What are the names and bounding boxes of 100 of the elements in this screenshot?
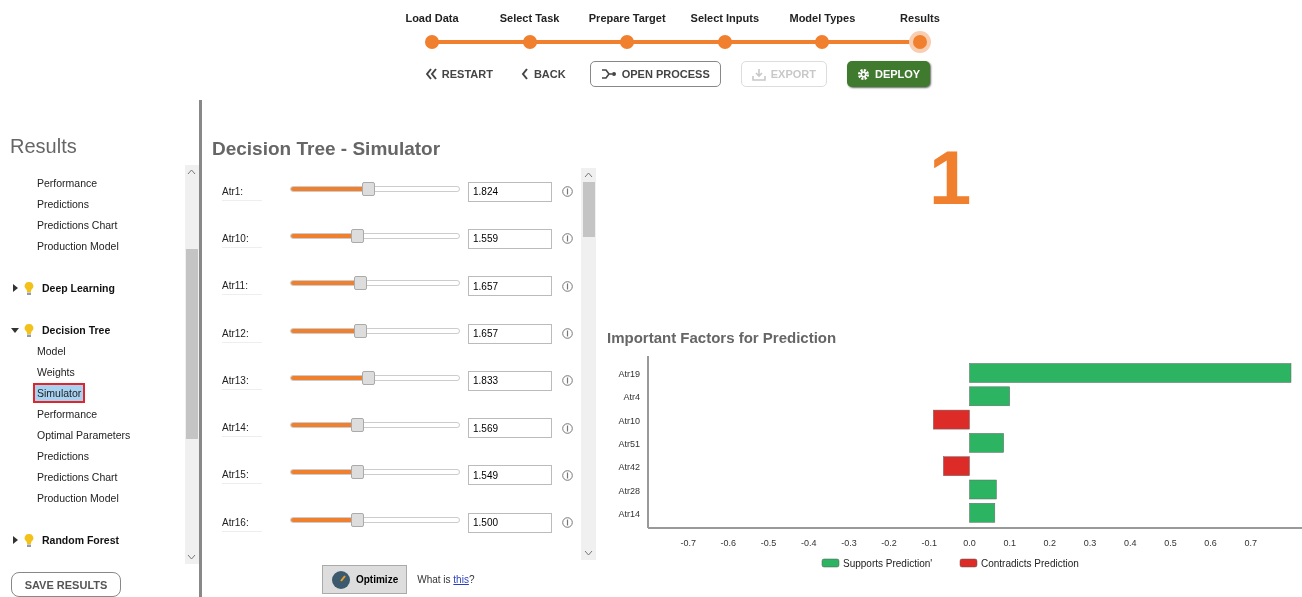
collapse-icon[interactable] <box>11 326 19 335</box>
axis-label: 0.6 <box>1204 538 1217 548</box>
tree-item[interactable]: Production Model <box>35 490 121 507</box>
step-label: Select Inputs <box>690 12 760 26</box>
axis-label: -0.4 <box>801 538 817 548</box>
tree-item[interactable]: Predictions <box>35 196 91 213</box>
step-dot[interactable] <box>815 35 830 49</box>
tree-group-label[interactable]: Decision Tree <box>42 324 111 337</box>
step-label: Model Types <box>789 12 856 26</box>
attribute-label: Atr12: <box>222 324 262 343</box>
expand-icon[interactable] <box>11 284 19 293</box>
double-chevron-icon <box>425 68 437 80</box>
tree-item[interactable]: Optimal Parameters <box>35 427 133 444</box>
tree-group-label[interactable]: Random Forest <box>42 534 119 547</box>
value-field[interactable]: 1.657 <box>468 323 552 344</box>
attribute-label: Atr15: <box>222 466 262 485</box>
axis-label: Atr51 <box>618 438 640 449</box>
scroll-down-icon[interactable] <box>187 554 197 561</box>
optimize-button[interactable]: Optimize <box>322 565 408 594</box>
value-field[interactable]: 1.559 <box>468 228 552 249</box>
tree-item[interactable]: Performance <box>35 406 100 423</box>
process-icon <box>600 69 617 79</box>
axis-label: -0.5 <box>760 538 777 548</box>
value-field[interactable]: 1.824 <box>468 181 552 202</box>
value-field[interactable]: 1.657 <box>468 276 552 297</box>
help-text: What is this? <box>417 574 475 585</box>
value-field[interactable]: 1.833 <box>468 370 552 391</box>
attribute-label: Atr11: <box>222 277 262 296</box>
save-results-button[interactable]: SAVE RESULTS <box>11 572 121 597</box>
scrollbar[interactable] <box>581 168 596 560</box>
info-icon[interactable] <box>562 375 573 387</box>
value-field[interactable]: 1.569 <box>468 418 552 439</box>
scroll-up-icon[interactable] <box>584 172 593 178</box>
scroll-thumb[interactable] <box>582 182 595 237</box>
help-link[interactable]: this <box>453 574 469 585</box>
axis-label: Atr10 <box>618 415 640 426</box>
axis-label: 0.0 <box>963 538 976 548</box>
step-label: Select Task <box>499 12 560 26</box>
axis-label: 0.7 <box>1244 538 1258 548</box>
scrollbar[interactable] <box>185 164 199 565</box>
info-icon[interactable] <box>562 422 573 434</box>
axis-label: Atr4 <box>623 392 640 403</box>
lightbulb-icon <box>24 532 34 548</box>
legend-label: Contradicts Prediction <box>981 558 1079 569</box>
value-field[interactable]: 1.500 <box>468 512 552 533</box>
tree-item[interactable]: Production Model <box>35 238 121 255</box>
axis-label: -0.7 <box>680 538 696 548</box>
tree-item[interactable]: Predictions Chart <box>35 217 120 234</box>
attribute-label: Atr10: <box>222 229 262 248</box>
lightbulb-icon <box>24 280 34 296</box>
tree-item[interactable]: Simulator <box>35 385 84 402</box>
gauge-icon <box>331 569 351 590</box>
tree-item[interactable]: Predictions <box>35 448 91 465</box>
deploy-button[interactable]: DEPLOY <box>846 61 931 87</box>
axis-label: 0.3 <box>1083 538 1097 548</box>
info-icon[interactable] <box>562 186 573 198</box>
axis-label: Atr19 <box>618 369 640 379</box>
step-label: Prepare Target <box>588 12 666 26</box>
tree-item[interactable]: Weights <box>35 364 77 381</box>
step-dot[interactable] <box>717 35 732 49</box>
expand-icon[interactable] <box>11 536 19 545</box>
info-icon[interactable] <box>562 280 573 292</box>
axis-label: -0.1 <box>921 538 938 548</box>
chevron-left-icon <box>520 68 529 80</box>
chart-title: Important Factors for Prediction <box>607 329 838 348</box>
tree-item[interactable]: Performance <box>35 175 100 192</box>
scroll-down-icon[interactable] <box>584 550 593 556</box>
info-icon[interactable] <box>562 233 573 245</box>
scroll-thumb[interactable] <box>186 248 198 439</box>
tree-item[interactable]: Model <box>35 343 68 360</box>
axis-label: 0.1 <box>1003 538 1016 548</box>
step-dot[interactable] <box>913 35 927 49</box>
panel-title: Decision Tree - Simulator <box>212 137 442 161</box>
step-dot[interactable] <box>620 35 635 49</box>
info-icon[interactable] <box>562 469 573 481</box>
legend-label: Supports Prediction' <box>843 558 933 569</box>
info-icon[interactable] <box>562 328 573 340</box>
info-icon[interactable] <box>562 517 573 529</box>
axis-label: 0.4 <box>1124 538 1137 548</box>
axis-label: 0.5 <box>1164 538 1177 548</box>
tree-group-label[interactable]: Deep Learning <box>42 282 115 295</box>
open-process-button[interactable]: OPEN PROCESS <box>589 61 721 87</box>
axis-label: 0.2 <box>1043 538 1057 548</box>
attribute-label: Atr13: <box>222 371 262 390</box>
attribute-label: Atr14: <box>222 419 262 438</box>
gear-icon <box>856 67 870 81</box>
axis-label: -0.6 <box>720 538 737 548</box>
lightbulb-icon <box>24 322 34 338</box>
scroll-up-icon[interactable] <box>187 168 197 175</box>
axis-label: -0.3 <box>841 538 857 548</box>
axis-label: Atr28 <box>618 485 640 496</box>
axis-label: Atr42 <box>618 462 640 473</box>
step-dot[interactable] <box>522 35 537 49</box>
panel-title: Results <box>9 134 78 159</box>
step-label: Results <box>900 12 940 26</box>
tree-item[interactable]: Predictions Chart <box>35 469 120 486</box>
step-dot[interactable] <box>425 35 439 49</box>
step-label: Load Data <box>405 12 459 26</box>
download-icon <box>751 67 766 81</box>
value-field[interactable]: 1.549 <box>468 465 552 486</box>
